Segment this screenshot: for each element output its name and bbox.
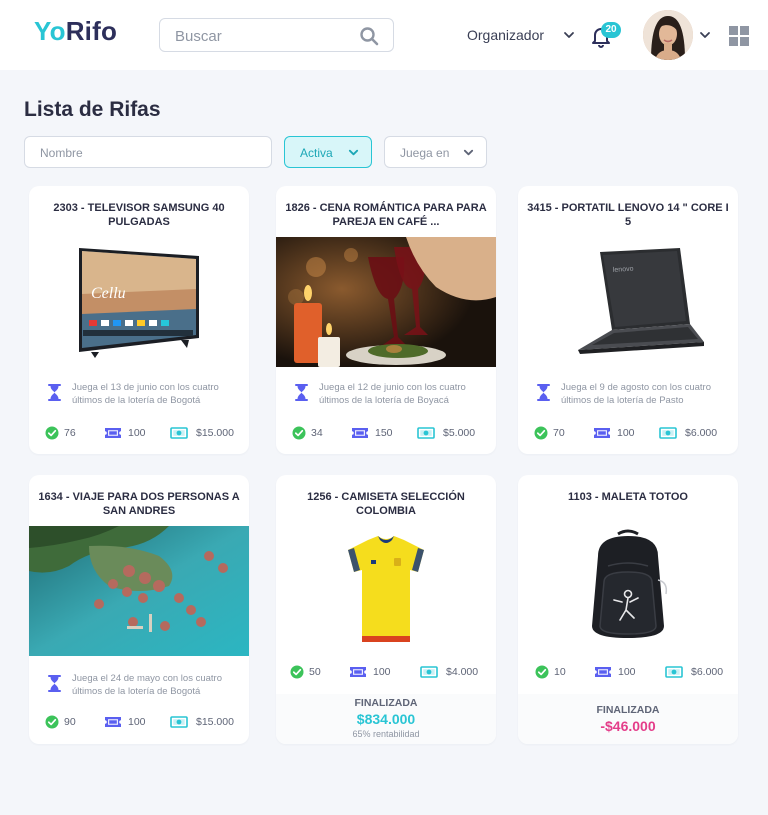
ticket-price: $15.000 — [196, 427, 234, 439]
ticket-icon — [349, 665, 367, 679]
raffle-image-dinner — [276, 237, 496, 367]
raffle-image-shirt — [276, 526, 496, 656]
ticket-icon — [594, 665, 612, 679]
ticket-price: $4.000 — [446, 666, 479, 678]
status-label: FINALIZADA — [354, 697, 418, 709]
check-circle-icon — [534, 426, 548, 440]
raffle-card[interactable]: 1256 - CAMISETA SELECCIÓN COLOMBIA 50 10… — [276, 475, 496, 744]
raffle-title: 1103 - MALETA TOTOO — [567, 491, 688, 503]
ticket-icon — [593, 426, 611, 440]
raffle-stats: 10 100 $6.000 — [518, 664, 738, 680]
chevron-down-icon — [463, 149, 474, 156]
ticket-price: $15.000 — [196, 716, 234, 728]
raffle-stats: 76 100 $15.000 — [29, 425, 249, 441]
tickets-count: 100 — [618, 666, 636, 678]
name-filter-input[interactable]: Nombre — [24, 136, 272, 168]
role-selector[interactable]: Organizador — [467, 27, 544, 43]
raffle-stats: 70 100 $6.000 — [518, 425, 738, 441]
svg-text:lenovo: lenovo — [613, 266, 634, 274]
check-circle-icon — [292, 426, 306, 440]
name-filter-placeholder: Nombre — [40, 146, 83, 160]
chevron-down-icon — [348, 149, 359, 156]
money-icon — [170, 426, 188, 440]
raffle-card[interactable]: 1826 - CENA ROMÁNTICA PARA PARA PAREJA E… — [276, 186, 496, 454]
search-input[interactable] — [175, 26, 355, 46]
raffle-image-island — [29, 526, 249, 656]
top-bar: YoRifo Organizador 20 — [0, 0, 768, 70]
hourglass-icon — [295, 384, 308, 401]
raffle-card[interactable]: 3415 - PORTATIL LENOVO 14 " CORE I 5 len… — [518, 186, 738, 454]
avatar[interactable] — [643, 10, 693, 60]
hourglass-icon — [48, 384, 61, 401]
raffle-title: 1634 - VIAJE PARA DOS PERSONAS A SAN AND… — [38, 491, 240, 517]
app-logo[interactable]: YoRifo — [34, 16, 117, 47]
raffle-image-backpack — [518, 526, 738, 656]
notification-badge: 20 — [601, 22, 621, 38]
money-icon — [659, 426, 677, 440]
raffle-card[interactable]: 1634 - VIAJE PARA DOS PERSONAS A SAN AND… — [29, 475, 249, 744]
ticket-price: $5.000 — [443, 427, 476, 439]
sold-count: 34 — [311, 427, 323, 439]
hourglass-icon — [537, 384, 550, 401]
grid-icon[interactable] — [729, 26, 749, 46]
result-amount: -$46.000 — [600, 718, 656, 734]
hourglass-icon — [48, 675, 61, 692]
raffle-result: FINALIZADA $834.000 65% rentabilidad — [276, 697, 496, 739]
result-amount: $834.000 — [356, 711, 416, 727]
tickets-count: 150 — [375, 427, 393, 439]
sold-count: 70 — [553, 427, 565, 439]
ticket-price: $6.000 — [685, 427, 718, 439]
sold-count: 10 — [554, 666, 566, 678]
money-icon — [665, 665, 683, 679]
logo-yo: Yo — [34, 16, 66, 46]
money-icon — [417, 426, 435, 440]
plays-in-filter-select[interactable]: Juega en — [384, 136, 487, 168]
search-icon[interactable] — [359, 26, 379, 46]
ticket-icon — [351, 426, 369, 440]
raffle-title: 2303 - TELEVISOR SAMSUNG 40 PULGADAS — [53, 202, 225, 228]
tickets-count: 100 — [128, 427, 146, 439]
status-filter-select[interactable]: Activa — [284, 136, 372, 168]
draw-info-text: Juega el 12 de junio con los cuatro últi… — [319, 382, 466, 406]
money-icon — [170, 715, 188, 729]
raffle-stats: 90 100 $15.000 — [29, 714, 249, 730]
raffle-title: 3415 - PORTATIL LENOVO 14 " CORE I 5 — [527, 202, 729, 228]
draw-info-text: Juega el 24 de mayo con los cuatro últim… — [72, 673, 222, 697]
search-box — [159, 18, 394, 52]
sold-count: 90 — [64, 716, 76, 728]
raffle-title: 1256 - CAMISETA SELECCIÓN COLOMBIA — [307, 491, 465, 517]
tickets-count: 100 — [128, 716, 146, 728]
check-circle-icon — [290, 665, 304, 679]
check-circle-icon — [45, 715, 59, 729]
page-title: Lista de Rifas — [24, 98, 161, 121]
sold-count: 76 — [64, 427, 76, 439]
ticket-icon — [104, 426, 122, 440]
svg-text:Cellu: Cellu — [91, 285, 126, 302]
raffle-result: FINALIZADA -$46.000 — [518, 704, 738, 734]
money-icon — [420, 665, 438, 679]
draw-info-text: Juega el 13 de junio con los cuatro últi… — [72, 382, 219, 406]
status-filter-value: Activa — [300, 146, 333, 160]
raffle-image-laptop: lenovo — [518, 238, 738, 368]
chevron-down-icon[interactable] — [563, 29, 575, 41]
plays-in-filter-value: Juega en — [400, 146, 450, 160]
ticket-icon — [104, 715, 122, 729]
raffle-image-tv: Cellu — [29, 234, 249, 364]
tickets-count: 100 — [617, 427, 635, 439]
ticket-price: $6.000 — [691, 666, 724, 678]
logo-rifo: Rifo — [65, 16, 118, 46]
raffle-title: 1826 - CENA ROMÁNTICA PARA PARA PAREJA E… — [285, 202, 487, 228]
check-circle-icon — [535, 665, 549, 679]
check-circle-icon — [45, 426, 59, 440]
raffle-card[interactable]: 2303 - TELEVISOR SAMSUNG 40 PULGADAS Cel… — [29, 186, 249, 454]
raffle-card[interactable]: 1103 - MALETA TOTOO 10 100 $6.000 FINALI… — [518, 475, 738, 744]
result-note: 65% rentabilidad — [352, 729, 420, 739]
status-label: FINALIZADA — [596, 704, 660, 716]
tickets-count: 100 — [373, 666, 391, 678]
chevron-down-icon[interactable] — [699, 29, 711, 41]
sold-count: 50 — [309, 666, 321, 678]
raffle-stats: 34 150 $5.000 — [276, 425, 496, 441]
raffle-stats: 50 100 $4.000 — [276, 664, 496, 680]
draw-info-text: Juega el 9 de agosto con los cuatro últi… — [561, 382, 711, 406]
